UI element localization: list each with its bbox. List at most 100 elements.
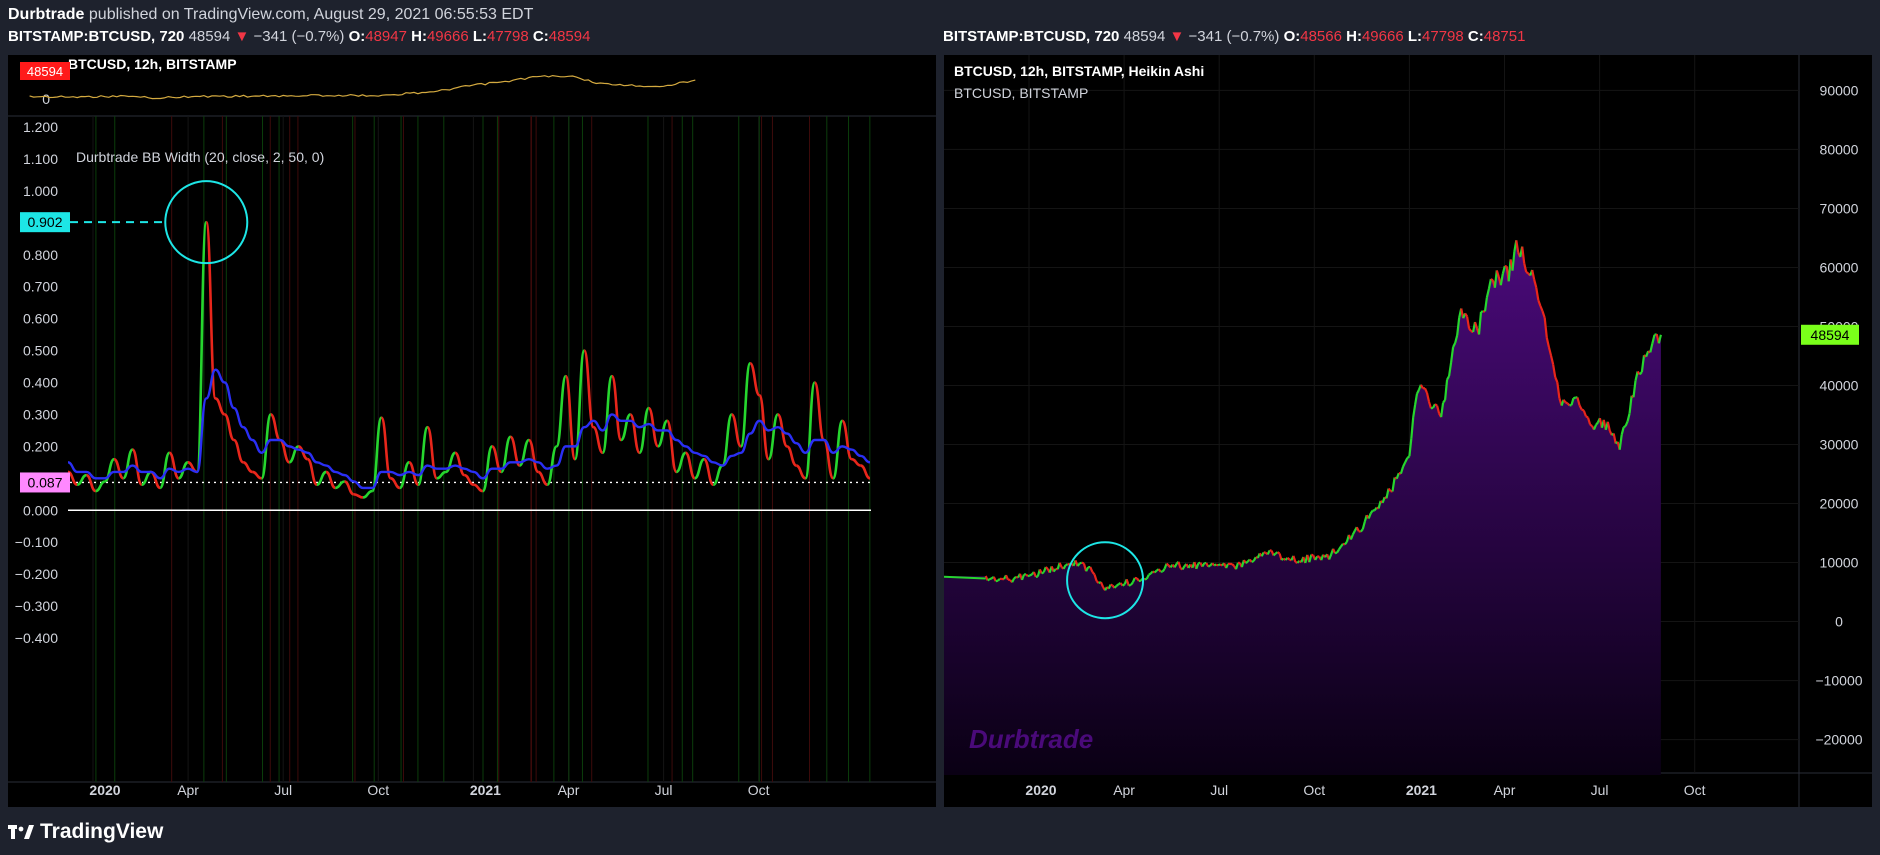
left-change: −341 (−0.7%) bbox=[253, 28, 345, 45]
left-chart-svg[interactable]: BTCUSD, 12h, BITSTAMP 48594 0 Durbtrade BB … bbox=[8, 55, 936, 807]
down-arrow-icon: ▼ bbox=[1169, 28, 1185, 45]
x-tick-label: Oct bbox=[1684, 782, 1706, 798]
bb-width-segment bbox=[684, 451, 696, 480]
bb-width-segment bbox=[730, 413, 743, 448]
heikin-ashi-segment bbox=[1213, 563, 1217, 567]
y-tick-label: 90000 bbox=[1820, 82, 1859, 98]
y-tick-label: 0.300 bbox=[23, 406, 58, 422]
last-price-label: 48594 bbox=[1811, 327, 1850, 343]
heikin-ashi-segment bbox=[1157, 568, 1162, 573]
tradingview-logo-icon bbox=[8, 825, 34, 839]
y-tick-label: 30000 bbox=[1820, 437, 1859, 453]
y-tick-label: 20000 bbox=[1820, 496, 1859, 512]
heikin-ashi-segment bbox=[1065, 563, 1069, 567]
price-area-fill bbox=[944, 240, 1661, 776]
bb-width-segment bbox=[712, 464, 724, 486]
y-tick-label: 0.700 bbox=[23, 279, 58, 295]
y-tick-label: 1.200 bbox=[23, 119, 58, 135]
heikin-ashi-segment bbox=[1310, 553, 1314, 557]
right-chart-svg[interactable]: 9000080000700006000050000400003000020000… bbox=[944, 55, 1872, 807]
y-tick-label: 70000 bbox=[1820, 200, 1859, 216]
author-name: Durbtrade bbox=[8, 6, 85, 23]
heikin-ashi-segment bbox=[1013, 576, 1017, 580]
mini-chart-title: BTCUSD, 12h, BITSTAMP bbox=[68, 56, 237, 72]
left-chart-panel[interactable]: BTCUSD, 12h, BITSTAMP 48594 0 Durbtrade BB … bbox=[8, 55, 936, 807]
heikin-ashi-segment bbox=[1144, 577, 1148, 581]
x-tick-label: 2021 bbox=[1406, 782, 1437, 798]
heikin-ashi-segment bbox=[1041, 571, 1045, 575]
y-tick-label: 0.500 bbox=[23, 343, 58, 359]
right-low: 47798 bbox=[1422, 28, 1464, 45]
bb-width-segment bbox=[454, 451, 466, 477]
heikin-ashi-segment bbox=[1572, 396, 1576, 400]
x-tick-label: Jul bbox=[1591, 782, 1609, 798]
low-value-label: 0.087 bbox=[27, 474, 62, 490]
y-tick-label: −0.400 bbox=[15, 630, 58, 646]
bb-width-segment bbox=[417, 425, 429, 486]
bb-width-segment bbox=[426, 425, 439, 480]
heikin-ashi-segment bbox=[1595, 421, 1599, 426]
tradingview-brand-label: TradingView bbox=[40, 820, 164, 843]
bb-width-segment bbox=[527, 438, 540, 474]
heikin-ashi-segment bbox=[1110, 583, 1113, 587]
right-close: 48751 bbox=[1483, 28, 1526, 45]
heikin-ashi-segment bbox=[1589, 423, 1593, 427]
heikin-ashi-segment bbox=[1490, 278, 1494, 282]
heikin-ashi-segment bbox=[1245, 560, 1249, 564]
bb-width-segment bbox=[325, 470, 336, 490]
heikin-ashi-segment bbox=[995, 579, 999, 583]
heikin-ashi-segment bbox=[1387, 487, 1392, 492]
y-tick-label: 40000 bbox=[1820, 377, 1859, 393]
price-chart-subtitle: BTCUSD, BITSTAMP bbox=[954, 85, 1088, 101]
bb-width-segment bbox=[473, 483, 484, 493]
left-low: 47798 bbox=[487, 28, 529, 45]
bb-width-segment bbox=[851, 457, 861, 467]
right-price: 48594 bbox=[1123, 28, 1166, 45]
heikin-ashi-segment bbox=[1468, 327, 1472, 332]
bb-width-segment bbox=[335, 480, 345, 490]
heikin-ashi-segment bbox=[1623, 425, 1627, 429]
bb-width-segment bbox=[214, 397, 226, 416]
y-tick-label: 0.000 bbox=[23, 502, 58, 518]
heikin-ashi-segment bbox=[1359, 528, 1364, 533]
y-tick-label: −20000 bbox=[1815, 732, 1862, 748]
x-tick-label: Jul bbox=[274, 782, 292, 798]
bb-width-segment bbox=[76, 473, 87, 486]
bb-width-segment bbox=[122, 448, 134, 480]
left-high: 49666 bbox=[426, 28, 469, 45]
x-tick-label: 2020 bbox=[1025, 782, 1056, 798]
heikin-ashi-segment bbox=[1148, 572, 1152, 576]
bb-width-segment bbox=[380, 416, 392, 480]
indicator-title: Durbtrade BB Width (20, close, 2, 50, 0) bbox=[76, 149, 324, 165]
bb-width-segment bbox=[675, 451, 687, 474]
right-high: 49666 bbox=[1361, 28, 1404, 45]
bb-width-segment bbox=[113, 457, 124, 480]
bb-width-segment bbox=[620, 413, 632, 442]
x-tick-label: Oct bbox=[367, 782, 389, 798]
heikin-ashi-segment bbox=[1564, 401, 1569, 405]
y-tick-label: −0.200 bbox=[15, 566, 58, 582]
x-tick-label: Jul bbox=[655, 782, 673, 798]
heikin-ashi-segment bbox=[1081, 561, 1085, 565]
y-tick-label: −10000 bbox=[1815, 673, 1862, 689]
heikin-ashi-segment bbox=[1207, 564, 1211, 568]
bb-width-segment bbox=[233, 438, 244, 464]
x-tick-label: 2020 bbox=[89, 782, 120, 798]
tradingview-brand[interactable]: TradingView bbox=[8, 820, 163, 844]
heikin-ashi-segment bbox=[1525, 271, 1529, 275]
y-tick-label: 0 bbox=[1835, 614, 1843, 630]
y-tick-label: 0.800 bbox=[23, 247, 58, 263]
bb-width-segment bbox=[804, 381, 816, 480]
down-arrow-icon: ▼ bbox=[234, 28, 250, 45]
y-tick-label: −0.100 bbox=[15, 534, 58, 550]
x-tick-label: 2021 bbox=[470, 782, 501, 798]
y-tick-label: 80000 bbox=[1820, 141, 1859, 157]
bb-width-segment bbox=[316, 470, 327, 486]
heikin-ashi-segment bbox=[1581, 408, 1585, 412]
x-tick-label: Apr bbox=[1494, 782, 1516, 798]
heikin-ashi-segment bbox=[1231, 563, 1235, 567]
right-chart-panel[interactable]: 9000080000700006000050000400003000020000… bbox=[944, 55, 1872, 807]
heikin-ashi-segment bbox=[1334, 551, 1338, 555]
bb-width-segment bbox=[860, 464, 871, 480]
x-tick-label: Apr bbox=[177, 782, 199, 798]
